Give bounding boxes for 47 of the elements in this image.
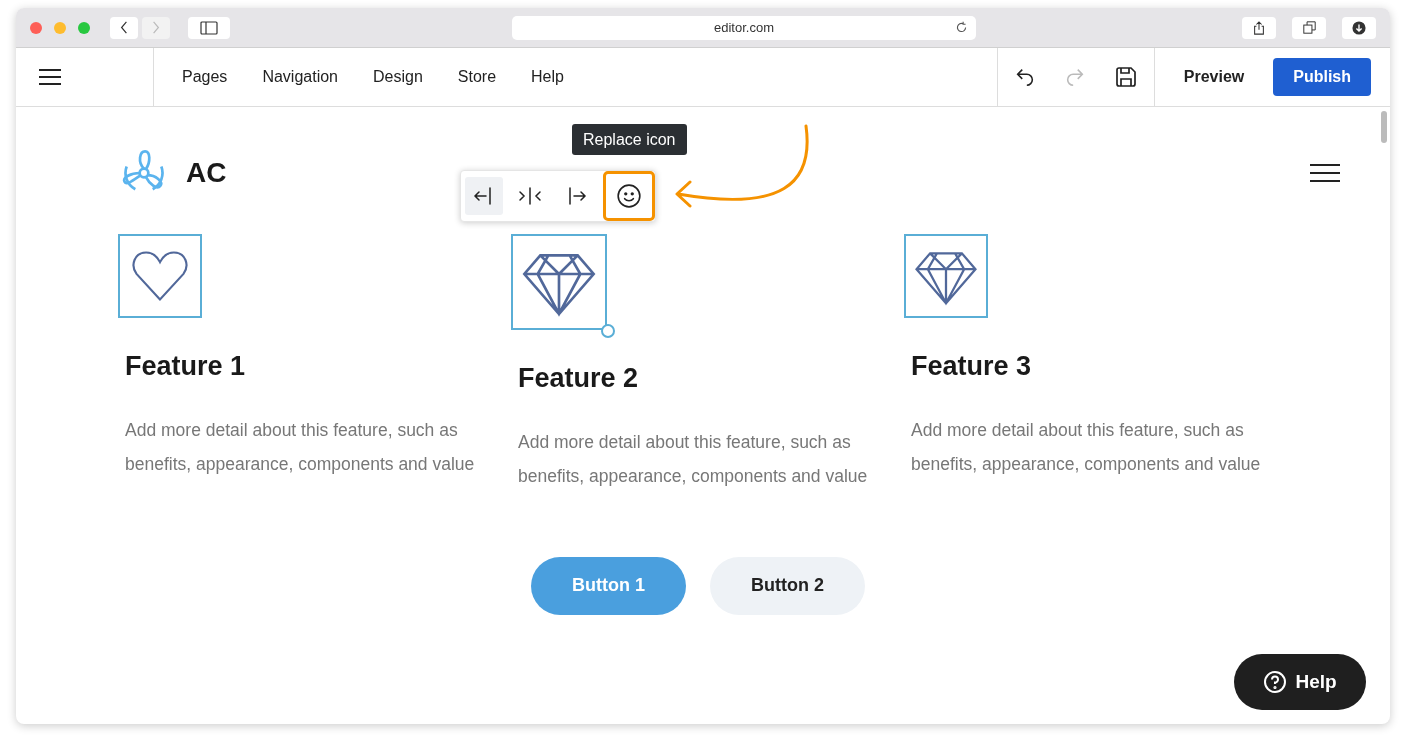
- scrollbar-thumb[interactable]: [1381, 111, 1387, 143]
- download-icon: [1352, 20, 1366, 35]
- tabs-button[interactable]: [1292, 16, 1326, 39]
- feature-title: Feature 2: [518, 362, 640, 395]
- menu-icon: [1310, 163, 1340, 183]
- chevron-left-icon: [120, 21, 128, 34]
- nav-link[interactable]: Help: [531, 65, 564, 89]
- align-center-icon: [518, 184, 542, 208]
- tabs-icon: [1302, 21, 1316, 34]
- smiley-icon: [616, 183, 642, 209]
- sidebar-button[interactable]: [188, 16, 230, 39]
- align-left-button[interactable]: [465, 177, 503, 215]
- secondary-button[interactable]: Button 2: [710, 556, 865, 615]
- publish-button[interactable]: Publish: [1273, 58, 1371, 96]
- help-icon: [1263, 670, 1288, 694]
- icon-frame[interactable]: [511, 234, 607, 330]
- back-button[interactable]: [110, 16, 138, 39]
- nav-link[interactable]: Pages: [182, 65, 228, 89]
- url-text: editor.com: [714, 18, 774, 37]
- save-button[interactable]: [1113, 65, 1138, 89]
- nav-link[interactable]: Navigation: [262, 65, 338, 89]
- logo-text: AC: [186, 156, 227, 190]
- feature-title: Feature 3: [911, 350, 1033, 383]
- icon-frame[interactable]: [904, 234, 988, 318]
- align-smiley-button[interactable]: [603, 171, 655, 221]
- menu-icon: [38, 68, 62, 86]
- share-button[interactable]: [1242, 16, 1276, 39]
- address-bar[interactable]: editor.com: [512, 15, 976, 40]
- icon-frame[interactable]: [118, 234, 202, 318]
- feature-title: Feature 1: [125, 350, 247, 383]
- site-menu-button[interactable]: [1310, 163, 1340, 183]
- help-label: Help: [1295, 669, 1337, 694]
- preview-button[interactable]: Preview: [1183, 65, 1245, 89]
- feature-description: Add more detail about this feature, such as benefits, appearance, components and value: [125, 418, 476, 476]
- chevron-right-icon: [152, 21, 160, 34]
- menu-button[interactable]: [38, 67, 62, 87]
- sidebar-icon: [200, 20, 218, 35]
- nav-link[interactable]: Design: [373, 65, 423, 89]
- reload-icon[interactable]: [955, 21, 968, 34]
- nav-link[interactable]: Store: [457, 65, 497, 89]
- tooltip: Replace icon: [572, 124, 687, 155]
- feature-description: Add more detail about this feature, such as benefits, appearance, components and value: [911, 418, 1262, 476]
- resize-handle[interactable]: [601, 324, 615, 338]
- feature-description: Add more detail about this feature, such as benefits, appearance, components and value: [518, 430, 869, 488]
- help-button[interactable]: Help: [1234, 654, 1366, 710]
- share-icon: [1252, 20, 1266, 35]
- downloads-button[interactable]: [1342, 16, 1376, 39]
